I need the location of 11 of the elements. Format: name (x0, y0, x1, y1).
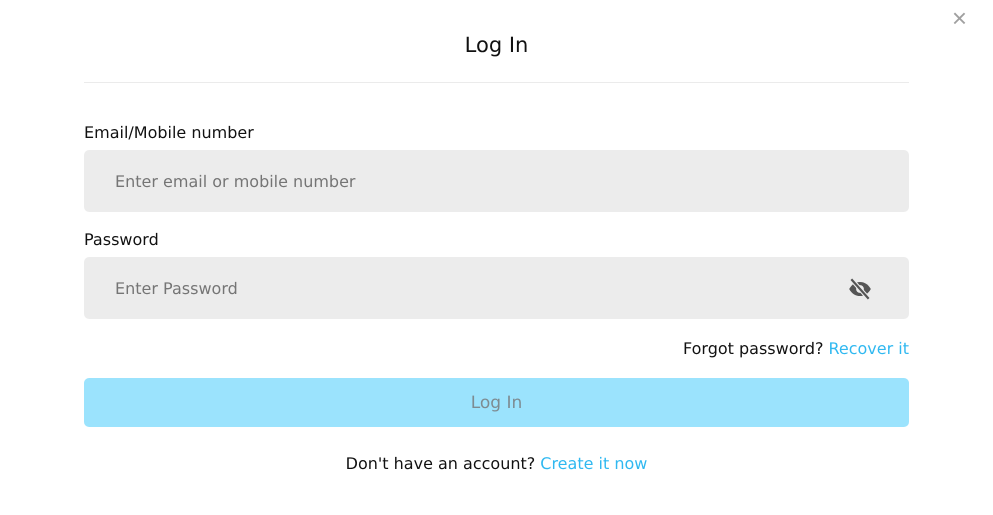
signup-text: Don't have an account? (346, 454, 536, 473)
dialog-title: Log In (464, 32, 528, 59)
input-field[interactable]: Enter email or mobile number (84, 150, 909, 212)
create-account-link[interactable]: Create it now (540, 454, 648, 473)
eye-slash-icon[interactable] (847, 276, 873, 302)
field-label: Email/Mobile number (84, 123, 254, 142)
forgot-text: Forgot password? (682, 339, 824, 358)
recover-link[interactable]: Recover it (828, 339, 909, 358)
close-button[interactable]: × (950, 5, 969, 31)
field-label: Password (84, 230, 159, 249)
input-field[interactable]: Enter Password (84, 257, 909, 319)
